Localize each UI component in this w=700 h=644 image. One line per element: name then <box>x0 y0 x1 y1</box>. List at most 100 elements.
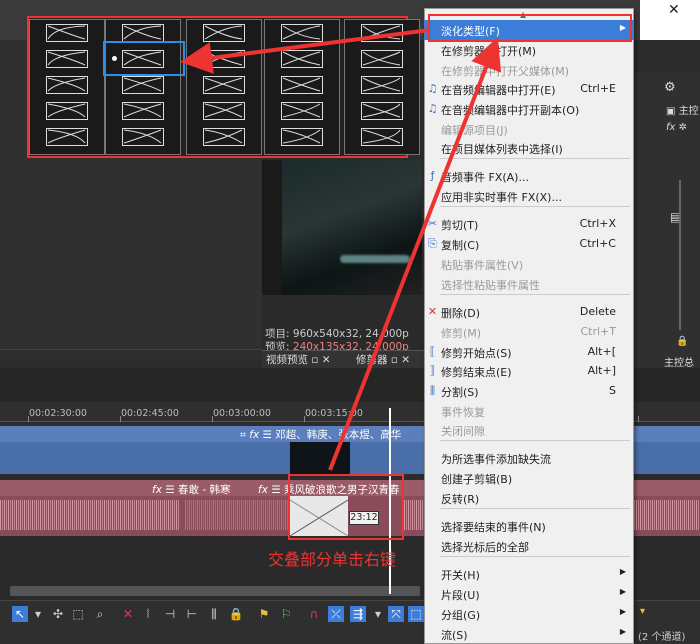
envelope-tool-icon[interactable]: ✣ <box>50 606 66 622</box>
menu-item-label: 事件恢复 <box>441 406 485 419</box>
dropdown-arrow-icon[interactable]: ▾ <box>370 606 386 622</box>
highlight-box-fade-type <box>428 14 632 42</box>
fade-type-option[interactable] <box>203 24 245 42</box>
menu-item[interactable]: ♫ 在音频编辑器中打开副本(O) <box>424 99 634 119</box>
menu-item[interactable]: 反转(R) <box>424 488 634 508</box>
menu-item[interactable]: ✕ 删除(D) Delete <box>424 302 634 322</box>
auto-ripple-icon[interactable]: ⇶ <box>350 606 366 622</box>
menu-item[interactable]: 为所选事件添加缺失流 <box>424 448 634 468</box>
ruler-tick-label: 00:03:00:00 <box>213 408 271 419</box>
fade-type-option[interactable] <box>281 24 323 42</box>
delete-x-icon[interactable]: ✕ <box>120 606 136 622</box>
gear-icon[interactable]: ⚙ <box>664 80 676 95</box>
highlight-box-overlap <box>288 474 404 540</box>
fade-type-option[interactable] <box>203 50 245 68</box>
split-icon[interactable]: ⫼ <box>206 606 222 622</box>
fade-type-option[interactable] <box>46 102 88 120</box>
menu-item[interactable]: ⟦ 修剪开始点(S) Alt+[ <box>424 342 634 362</box>
fade-type-option[interactable] <box>46 50 88 68</box>
menu-lines-icon[interactable]: ☰ <box>165 484 174 496</box>
menu-item[interactable]: 在修剪器中打开(M) <box>424 40 634 60</box>
timeline-scrollbar[interactable] <box>10 586 420 596</box>
fade-type-option[interactable] <box>361 76 403 94</box>
menu-item[interactable]: 开关(H) ▶ <box>424 564 634 584</box>
fade-type-option[interactable] <box>122 102 164 120</box>
menu-item: 编辑源项目(J) <box>424 119 634 139</box>
fade-type-option[interactable] <box>203 76 245 94</box>
menu-item[interactable]: 应用非实时事件 FX(X)... <box>424 186 634 206</box>
menu-item[interactable]: ♫ 在音频编辑器中打开(E) Ctrl+E <box>424 79 634 99</box>
tab-video-preview[interactable]: 视频预览 ▫ ✕ <box>266 352 331 367</box>
menu-item-label: 在修剪器中打开(M) <box>441 45 537 58</box>
menu-item[interactable]: 选择光标后的全部 <box>424 536 634 556</box>
fade-type-option[interactable] <box>361 102 403 120</box>
selection-tool-icon[interactable]: ⬚ <box>70 606 86 622</box>
menu-item[interactable]: 流(S) ▶ <box>424 624 634 644</box>
fade-type-option[interactable] <box>281 76 323 94</box>
preview-image-light <box>340 255 410 263</box>
fade-type-option[interactable] <box>122 24 164 42</box>
fade-type-option[interactable] <box>203 128 245 146</box>
audio-waveform <box>185 500 290 530</box>
fader-track[interactable] <box>679 180 681 330</box>
fade-type-option[interactable] <box>361 128 403 146</box>
crop-icon[interactable]: ⌗ <box>240 429 246 441</box>
lock-icon[interactable]: 🔒 <box>228 606 244 622</box>
fx-icon[interactable]: fx <box>258 484 268 496</box>
fade-type-option[interactable] <box>361 50 403 68</box>
menu-item[interactable]: ⫼ 分割(S) S <box>424 381 634 401</box>
master-fx-icon[interactable]: fx ✲ <box>666 122 687 133</box>
menu-item-label: 选择光标后的全部 <box>441 541 529 554</box>
zoom-tool-icon[interactable]: ⌕ <box>92 606 108 622</box>
trim-icon[interactable]: ⦚ <box>140 606 156 622</box>
window-close-icon[interactable]: ✕ <box>668 2 680 18</box>
menu-item-label: 在音频编辑器中打开(E) <box>441 84 556 97</box>
normal-edit-tool-icon[interactable]: ↖ <box>12 606 28 622</box>
menu-lines-icon[interactable]: ☰ <box>263 429 272 441</box>
region-icon[interactable]: ⚐ <box>278 606 294 622</box>
lock-envelopes-icon[interactable]: ⤧ <box>388 606 404 622</box>
submenu-arrow-icon: ▶ <box>619 587 626 596</box>
menu-item-label: 关闭间隙 <box>441 425 485 438</box>
menu-item[interactable]: ✂ 剪切(T) Ctrl+X <box>424 214 634 234</box>
menu-item[interactable]: 创建子剪辑(B) <box>424 468 634 488</box>
fade-type-option[interactable] <box>281 50 323 68</box>
fade-type-option[interactable] <box>361 24 403 42</box>
menu-item[interactable]: 在项目媒体列表中选择(I) <box>424 138 634 158</box>
menu-lines-icon[interactable]: ☰ <box>271 484 280 496</box>
menu-item[interactable]: ⟧ 修剪结束点(E) Alt+] <box>424 361 634 381</box>
menu-item[interactable]: ⎘ 复制(C) Ctrl+C <box>424 234 634 254</box>
trim-start-icon[interactable]: ⊣ <box>162 606 178 622</box>
trim-end-icon: ⟧ <box>429 364 436 377</box>
trim-end-icon[interactable]: ⊢ <box>184 606 200 622</box>
ruler-tick-label: 00:02:45:00 <box>121 408 179 419</box>
menu-separator <box>440 294 630 295</box>
fade-type-option[interactable] <box>281 102 323 120</box>
snapping-magnet-icon[interactable]: ∩ <box>306 606 322 622</box>
fade-type-option[interactable] <box>46 76 88 94</box>
fade-type-option[interactable] <box>203 102 245 120</box>
marker-icon: ▾ <box>640 606 646 617</box>
menu-item[interactable]: 片段(U) ▶ <box>424 584 634 604</box>
menu-item[interactable]: ƒ 音频事件 FX(A)... <box>424 166 634 186</box>
menu-item[interactable]: 分组(G) ▶ <box>424 604 634 624</box>
fade-type-option[interactable] <box>281 128 323 146</box>
ignore-grouping-icon[interactable]: ⬚ <box>408 606 424 622</box>
tab-trimmer[interactable]: 修剪器 ▫ ✕ <box>356 352 410 367</box>
auto-crossfade-icon[interactable]: ⤫ <box>328 606 344 622</box>
fade-type-option[interactable] <box>122 76 164 94</box>
fade-type-option[interactable] <box>46 128 88 146</box>
video-event-controls[interactable]: ⌗ fx ☰ 邓超、韩庚、张本煜、高华 <box>240 427 401 442</box>
menu-item-label: 复制(C) <box>441 239 480 252</box>
menu-item-label: 分组(G) <box>441 609 481 622</box>
fade-type-option[interactable] <box>46 24 88 42</box>
fx-icon[interactable]: fx <box>152 484 162 496</box>
menu-item[interactable]: 选择要结束的事件(N) <box>424 516 634 536</box>
menu-item-label: 剪切(T) <box>441 219 479 232</box>
audio-event-left-controls[interactable]: fx ☰ 春敢 - 韩寒 <box>152 482 231 497</box>
annotation-caption: 交叠部分单击右键 <box>268 550 397 569</box>
fx-icon[interactable]: fx <box>249 429 259 441</box>
fade-type-option[interactable] <box>122 128 164 146</box>
marker-icon[interactable]: ⚑ <box>256 606 272 622</box>
dropdown-arrow-icon[interactable]: ▾ <box>30 606 46 622</box>
